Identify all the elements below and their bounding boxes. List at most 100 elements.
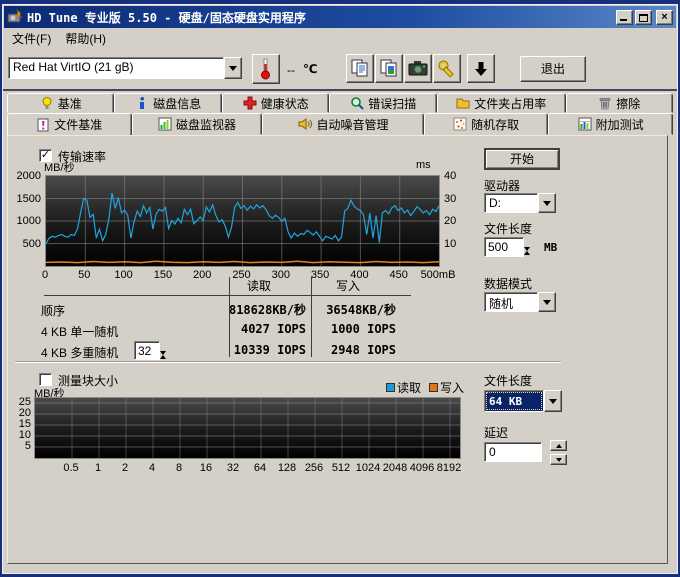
block-size-label: 测量块大小 [58, 372, 118, 389]
file-length-spinner[interactable]: 500 [484, 237, 540, 257]
table-divider [44, 295, 411, 296]
window-title: HD Tune 专业版 5.50 - 硬盘/固态硬盘实用程序 [27, 9, 614, 26]
sequential-write-value: 36548KB/秒 [313, 301, 396, 318]
menu-file[interactable]: 文件(F) [5, 28, 58, 49]
file-length-unit: MB [544, 241, 557, 254]
close-icon: × [657, 11, 672, 24]
toolbar: Red Hat VirtIO (21 gB) -- ℃ [3, 48, 677, 91]
screenshot-button[interactable] [404, 54, 432, 83]
menu-bar: 文件(F) 帮助(H) [3, 29, 677, 48]
legend-write-label: 写入 [440, 381, 464, 395]
chevron-down-icon [549, 399, 557, 404]
axis-tick-label: 450 [379, 269, 419, 281]
tab-benchmark[interactable]: 基准 [7, 93, 114, 113]
minimize-button[interactable] [616, 10, 633, 25]
close-button[interactable]: × [656, 10, 673, 25]
save-results-button[interactable] [467, 54, 495, 83]
spin-down-icon [160, 351, 166, 369]
axis-tick-label: 1500 [8, 193, 41, 205]
tab-file-benchmark[interactable]: 文件基准 [7, 113, 132, 135]
tab-extra-tests[interactable]: 附加测试 [548, 113, 673, 135]
app-window: HD Tune 专业版 5.50 - 硬盘/固态硬盘实用程序 × 文件(F) 帮… [2, 4, 678, 574]
drive-combo-value: D: [484, 193, 538, 213]
copy-image-icon [379, 59, 399, 78]
row-4k-multi-label: 4 KB 多重随机 [41, 344, 118, 361]
maximize-button[interactable] [635, 10, 652, 25]
legend-read-label: 读取 [397, 381, 421, 395]
axis-tick-label: 200 [182, 269, 222, 281]
data-mode-combo[interactable]: 随机 [484, 292, 556, 312]
start-button[interactable]: 开始 [484, 148, 560, 170]
drive-combo-arrow[interactable] [538, 193, 556, 213]
block-file-length-combo[interactable]: 64 KB [484, 390, 562, 412]
start-button-label: 开始 [510, 149, 534, 169]
axis-tick-label: 250 [222, 269, 262, 281]
copy-image-button[interactable] [375, 54, 403, 83]
tab-folder-usage[interactable]: 文件夹占用率 [437, 93, 566, 113]
chevron-down-icon [229, 66, 237, 71]
copy-text-button[interactable] [346, 54, 374, 83]
row-sequential-label: 顺序 [41, 302, 65, 319]
axis-tick-label: 8192 [429, 462, 469, 474]
4k-multi-read-value: 10339 IOPS [188, 343, 306, 357]
data-mode-arrow[interactable] [538, 292, 556, 312]
block-file-length-label: 文件长度 [484, 372, 532, 389]
axis-tick-label: 500 [8, 238, 41, 250]
options-wrench-icon [437, 59, 457, 79]
tab-label: 文件基准 [54, 116, 102, 133]
tab-strip: 基准 磁盘信息 健康状态 错误扫描 文件夹占用率 擦除 [3, 91, 677, 135]
tab-health[interactable]: 健康状态 [222, 93, 329, 113]
minimize-icon [620, 19, 627, 21]
axis-tick-label: 400 [339, 269, 379, 281]
tab-label: 错误扫描 [368, 95, 416, 112]
transfer-rate-chart [45, 175, 440, 267]
axis-tick-label: 20 [444, 215, 456, 227]
4k-multi-write-value: 2948 IOPS [313, 343, 396, 357]
health-cross-icon [243, 96, 257, 110]
tab-error-scan[interactable]: 错误扫描 [329, 93, 436, 113]
axis-tick-label: 10 [444, 238, 456, 250]
file-benchmark-page: ✓ 传输速率 MB/秒 ms 读取 写入 顺序 818628KB/秒 36548… [7, 135, 668, 564]
lightbulb-icon [40, 96, 54, 110]
spin-down-button[interactable] [524, 251, 540, 265]
tab-disk-info[interactable]: 磁盘信息 [114, 93, 221, 113]
data-mode-value: 随机 [484, 292, 538, 312]
queue-depth-value: 32 [134, 341, 160, 360]
tab-auto-acoustic[interactable]: 自动噪音管理 [262, 113, 423, 135]
tab-erase[interactable]: 擦除 [566, 93, 673, 113]
exit-button[interactable]: 退出 [520, 56, 586, 82]
4k-single-write-value: 1000 IOPS [313, 322, 396, 336]
drive-combo[interactable]: D: [484, 193, 556, 213]
tab-random-access[interactable]: 随机存取 [424, 113, 549, 135]
tab-disk-monitor[interactable]: 磁盘监视器 [132, 113, 263, 135]
speaker-icon [298, 117, 313, 131]
delay-down-button[interactable] [550, 454, 567, 465]
temperature-button[interactable] [252, 54, 280, 84]
axis-tick-label: 500mB [418, 269, 458, 281]
menu-help[interactable]: 帮助(H) [58, 28, 113, 49]
chart-legend: 读取 写入 [386, 379, 464, 396]
read-legend-swatch [386, 383, 395, 392]
drive-selector-arrow[interactable] [224, 57, 242, 79]
tab-label: 文件夹占用率 [474, 95, 546, 112]
thermometer-icon [260, 58, 272, 80]
drive-selector-value: Red Hat VirtIO (21 gB) [8, 57, 224, 79]
left-axis-unit-label: MB/秒 [44, 159, 75, 175]
trash-icon [598, 96, 612, 110]
tab-label: 自动噪音管理 [317, 116, 389, 133]
axis-tick-label: 150 [143, 269, 183, 281]
block-file-length-arrow[interactable] [544, 390, 562, 412]
axis-tick-label: 40 [444, 170, 456, 182]
queue-depth-spinner[interactable]: 32 [134, 341, 176, 360]
axis-tick-label: 300 [261, 269, 301, 281]
delay-up-button[interactable] [550, 440, 567, 451]
spin-down-button[interactable] [160, 355, 176, 369]
options-button[interactable] [433, 54, 461, 83]
axis-tick-label: 1000 [8, 215, 41, 227]
delay-input[interactable]: 0 [484, 442, 542, 462]
drive-selector[interactable]: Red Hat VirtIO (21 gB) [8, 57, 242, 79]
section-divider [15, 361, 561, 362]
4k-single-read-value: 4027 IOPS [188, 322, 306, 336]
disk-monitor-icon [158, 117, 172, 131]
chevron-down-icon [543, 201, 551, 206]
